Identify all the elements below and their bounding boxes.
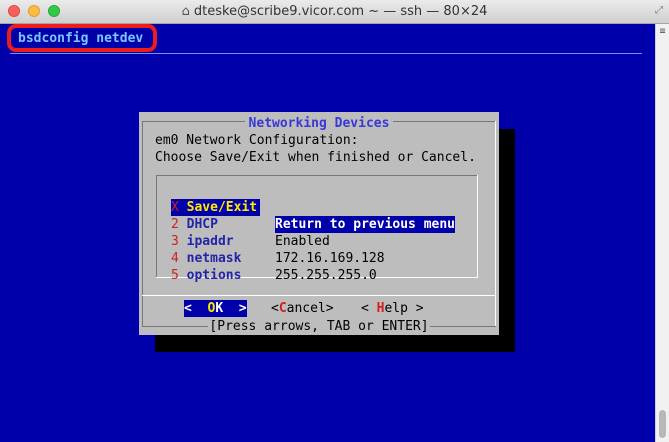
window-title: dteske@scribe9.vicor.com ~ — ssh — 80×24	[193, 4, 488, 19]
button-separator	[142, 295, 496, 296]
menu-item-ipaddr[interactable]: 3 ipaddr 172.16.169.128	[171, 216, 471, 266]
dialog-prompt: em0 Network Configuration: Choose Save/E…	[155, 133, 476, 165]
networking-devices-dialog: Networking Devices em0 Network Configura…	[139, 112, 499, 335]
key-hint: [Press arrows, TAB or ENTER]	[208, 319, 430, 334]
home-icon: ⌂	[181, 4, 190, 19]
terminal-scrollbar[interactable]: ≡	[655, 24, 669, 442]
menu-item-netmask[interactable]: 4 netmask 255.255.255.0	[171, 233, 471, 283]
ok-button[interactable]: < OK >	[184, 300, 247, 317]
backtitle-rule	[10, 53, 642, 54]
cancel-button[interactable]: <Cancel>	[271, 300, 334, 317]
button-bar: < OK > <Cancel> < Help >	[139, 300, 499, 317]
window-titlebar: ⌂ dteske@scribe9.vicor.com ~ — ssh — 80×2…	[0, 0, 669, 24]
fullscreen-icon[interactable]: ⤢	[655, 5, 663, 16]
scrollbar-thumb[interactable]	[659, 410, 666, 438]
dialog-title: Networking Devices	[139, 115, 499, 132]
menu-item-save-exit[interactable]: X Save/Exit Return to previous menu	[171, 182, 471, 233]
highlight-annotation	[7, 24, 157, 52]
menu-item-options[interactable]: 5 options	[171, 250, 471, 283]
help-button[interactable]: < Help >	[361, 300, 424, 317]
scrollbar-grip-icon: ≡	[659, 26, 666, 37]
menu-item-dhcp[interactable]: 2 DHCP Enabled	[171, 199, 471, 249]
window-title-area: ⌂ dteske@scribe9.vicor.com ~ — ssh — 80×2…	[0, 4, 669, 19]
